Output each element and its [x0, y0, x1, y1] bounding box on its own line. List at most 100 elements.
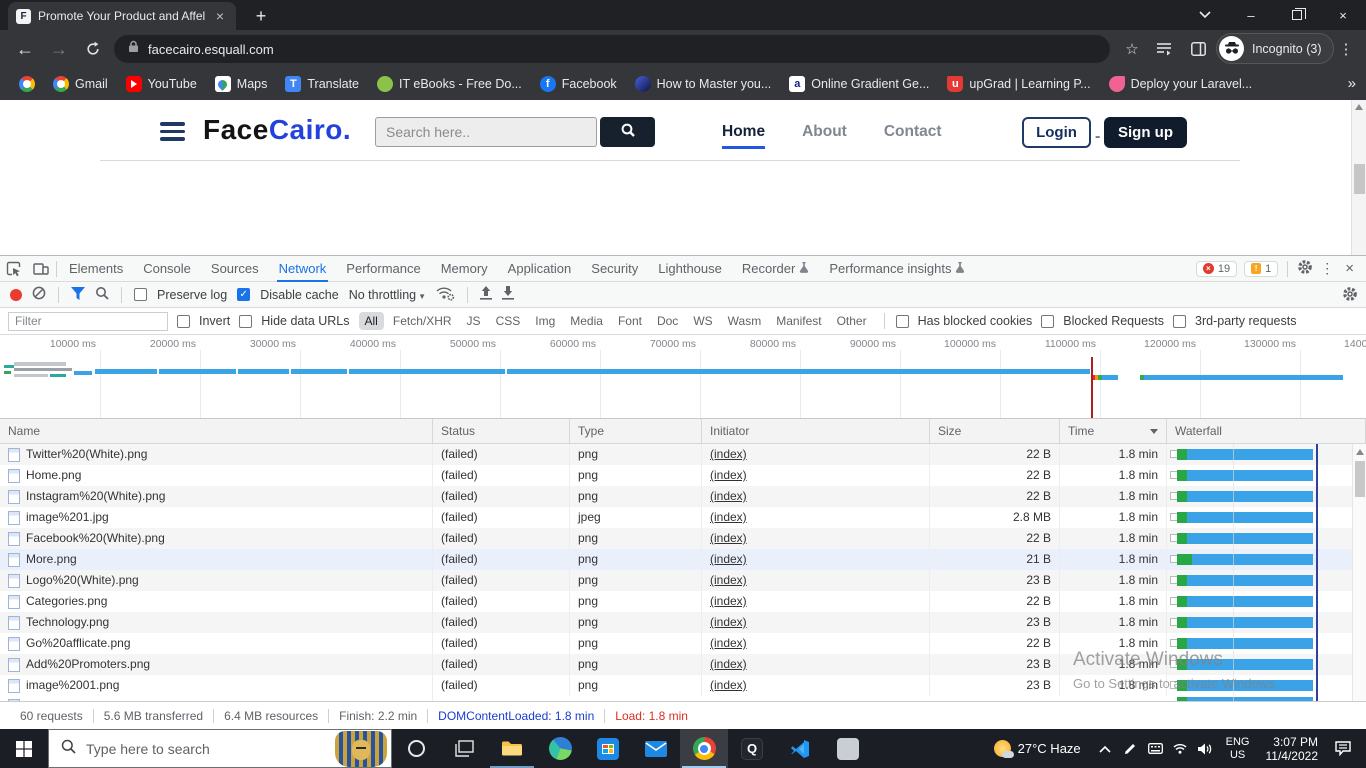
filter-type-other[interactable]: Other: [831, 312, 873, 330]
filter-type-manifest[interactable]: Manifest: [770, 312, 827, 330]
nav-item-about[interactable]: About: [802, 123, 847, 149]
initiator-link[interactable]: (index): [710, 654, 747, 675]
bookmark-item[interactable]: IT eBooks - Free Do...: [368, 68, 531, 100]
window-close-button[interactable]: ×: [1320, 0, 1366, 30]
bookmark-item[interactable]: uupGrad | Learning P...: [938, 68, 1099, 100]
filter-type-doc[interactable]: Doc: [651, 312, 684, 330]
initiator-link[interactable]: (index): [710, 444, 747, 465]
microsoft-store-button[interactable]: [584, 729, 632, 768]
filter-type-media[interactable]: Media: [564, 312, 609, 330]
devtools-tab-network[interactable]: Network: [269, 256, 337, 282]
touch-keyboard-icon[interactable]: [1143, 743, 1168, 754]
forward-button[interactable]: →: [42, 32, 76, 66]
windows-ink-icon[interactable]: [1118, 743, 1143, 755]
site-search-button[interactable]: [600, 117, 655, 147]
devtools-tab-memory[interactable]: Memory: [431, 256, 498, 282]
devtools-menu-icon[interactable]: ⋮: [1320, 260, 1334, 277]
network-request-row[interactable]: Twitter%20(White).png(failed)png(index)2…: [0, 444, 1366, 465]
search-network-icon[interactable]: [95, 286, 109, 303]
site-logo[interactable]: FaceCairo.: [203, 114, 351, 146]
record-network-log-button[interactable]: [10, 289, 22, 301]
bookmark-item[interactable]: [10, 68, 44, 100]
scrollbar-thumb[interactable]: [1355, 461, 1365, 497]
invert-checkbox[interactable]: [177, 315, 190, 328]
initiator-link[interactable]: (index): [710, 465, 747, 486]
page-scrollbar[interactable]: [1351, 100, 1366, 255]
browser-tab[interactable]: F Promote Your Product and Affelia ×: [8, 2, 236, 30]
task-view-button[interactable]: [440, 729, 488, 768]
import-har-icon[interactable]: [480, 286, 492, 303]
filter-funnel-icon[interactable]: [71, 287, 85, 303]
filter-type-js[interactable]: JS: [461, 312, 487, 330]
warning-count-badge[interactable]: ! 1: [1244, 261, 1278, 277]
devtools-tab-console[interactable]: Console: [133, 256, 201, 282]
network-request-row[interactable]: Instagram%20(White).png(failed)png(index…: [0, 486, 1366, 507]
has-blocked-cookies-checkbox[interactable]: [896, 315, 909, 328]
bookmark-item[interactable]: YouTube: [117, 68, 206, 100]
column-header-initiator[interactable]: Initiator: [702, 419, 930, 443]
devtools-settings-icon[interactable]: [1297, 259, 1313, 278]
bookmark-item[interactable]: Gmail: [44, 68, 117, 100]
devtools-tab-sources[interactable]: Sources: [201, 256, 269, 282]
edge-button[interactable]: [536, 729, 584, 768]
devtools-tab-performance[interactable]: Performance: [336, 256, 430, 282]
hide-data-urls-checkbox[interactable]: [239, 315, 252, 328]
q-app-button[interactable]: Q: [728, 729, 776, 768]
network-request-row[interactable]: More.png(failed)png(index)21 B1.8 min: [0, 549, 1366, 570]
devtools-tab-security[interactable]: Security: [581, 256, 648, 282]
signup-button[interactable]: Sign up: [1104, 117, 1187, 148]
devtools-tab-recorder[interactable]: Recorder: [732, 256, 819, 282]
bookmark-item[interactable]: fFacebook: [531, 68, 626, 100]
scrollbar-thumb[interactable]: [1354, 164, 1365, 194]
filter-type-css[interactable]: CSS: [490, 312, 527, 330]
taskbar-search-box[interactable]: Type here to search: [48, 729, 392, 768]
column-header-status[interactable]: Status: [433, 419, 570, 443]
initiator-link[interactable]: (index): [710, 528, 747, 549]
filter-type-ws[interactable]: WS: [687, 312, 718, 330]
initiator-link[interactable]: (index): [710, 507, 747, 528]
devtools-close-icon[interactable]: ×: [1341, 260, 1358, 277]
table-scrollbar[interactable]: [1352, 444, 1366, 701]
initiator-link[interactable]: (index): [710, 675, 747, 696]
reload-button[interactable]: [76, 32, 110, 66]
vscode-button[interactable]: [776, 729, 824, 768]
network-request-row[interactable]: Logo%20(White).png(failed)png(index)23 B…: [0, 570, 1366, 591]
side-panel-icon[interactable]: [1184, 37, 1212, 61]
network-request-row[interactable]: Categories.png(failed)png(index)22 B1.8 …: [0, 591, 1366, 612]
chrome-button[interactable]: [680, 729, 728, 768]
window-restore-button[interactable]: [1274, 0, 1320, 30]
hidden-icons-chevron[interactable]: [1093, 745, 1118, 753]
network-request-row[interactable]: Add%20Promoters.png(failed)png(index)23 …: [0, 654, 1366, 675]
bookmark-item[interactable]: aOnline Gradient Ge...: [780, 68, 938, 100]
initiator-link[interactable]: (index): [710, 612, 747, 633]
action-center-icon[interactable]: [1326, 741, 1360, 756]
browser-menu-icon[interactable]: ⋮: [1332, 37, 1360, 61]
network-request-row[interactable]: Home.png(failed)png(index)22 B1.8 min: [0, 465, 1366, 486]
bookmark-item[interactable]: Deploy your Laravel...: [1100, 68, 1262, 100]
volume-icon[interactable]: [1193, 743, 1218, 755]
initiator-link[interactable]: (index): [710, 486, 747, 507]
devtools-tab-elements[interactable]: Elements: [59, 256, 133, 282]
bookmarks-overflow-icon[interactable]: »: [1348, 75, 1356, 92]
network-request-row[interactable]: image%2001.png(failed)png(index)23 B1.8 …: [0, 675, 1366, 696]
weather-widget[interactable]: 27°C Haze: [982, 740, 1093, 757]
initiator-link[interactable]: (index): [710, 570, 747, 591]
devtools-tab-application[interactable]: Application: [498, 256, 582, 282]
initiator-link[interactable]: (index): [710, 633, 747, 654]
clock[interactable]: 3:07 PM 11/4/2022: [1258, 735, 1327, 763]
error-count-badge[interactable]: × 19: [1196, 261, 1237, 277]
tab-close-icon[interactable]: ×: [212, 8, 228, 24]
network-request-row[interactable]: image%201.jpg(failed)jpeg(index)2.8 MB1.…: [0, 507, 1366, 528]
column-header-size[interactable]: Size: [930, 419, 1060, 443]
network-settings-icon[interactable]: [1342, 286, 1358, 305]
export-har-icon[interactable]: [502, 286, 514, 303]
hamburger-menu-icon[interactable]: [160, 122, 185, 141]
initiator-link[interactable]: (index): [710, 549, 747, 570]
language-indicator[interactable]: ENG US: [1218, 736, 1258, 762]
network-overview-timeline[interactable]: 10000 ms20000 ms30000 ms40000 ms50000 ms…: [0, 335, 1366, 419]
gray-app-button[interactable]: [824, 729, 872, 768]
column-header-name[interactable]: Name: [0, 419, 433, 443]
network-request-row[interactable]: Technology.png(failed)png(index)23 B1.8 …: [0, 612, 1366, 633]
address-bar[interactable]: facecairo.esquall.com: [114, 35, 1110, 63]
network-request-row[interactable]: Go%20afflicate.png(failed)png(index)22 B…: [0, 633, 1366, 654]
